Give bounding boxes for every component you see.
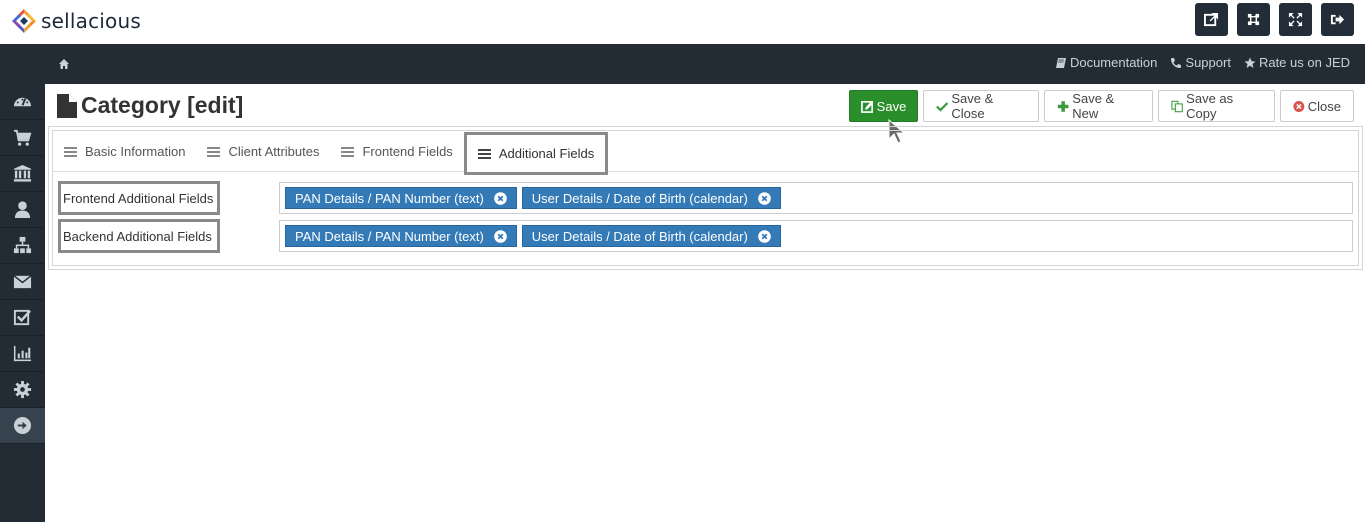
arrow-circle-right-icon <box>13 416 32 435</box>
file-icon <box>57 93 77 118</box>
save-label: Save <box>876 98 907 114</box>
tab-label: Basic Information <box>85 144 186 159</box>
tab-bar: Basic Information Client Attributes Fron… <box>53 131 1358 175</box>
bar-chart-icon <box>13 345 32 362</box>
chip-label: User Details / Date of Birth (calendar) <box>531 190 748 206</box>
joomla-icon <box>1247 13 1260 26</box>
logout-icon <box>1330 14 1345 25</box>
chip-label: PAN Details / PAN Number (text) <box>295 228 484 244</box>
save-as-copy-label: Save as Copy <box>1186 91 1234 121</box>
chip-label: PAN Details / PAN Number (text) <box>295 190 484 206</box>
remove-chip-icon[interactable] <box>493 191 507 205</box>
sidebar-item-settings[interactable] <box>0 372 45 408</box>
tab-additional-fields[interactable]: Additional Fields <box>463 132 609 175</box>
fullscreen-icon <box>1288 12 1303 27</box>
sellacious-logo-icon <box>12 9 36 33</box>
cart-icon <box>13 129 32 146</box>
documentation-label: Documentation <box>1069 55 1158 70</box>
support-label: Support <box>1185 55 1231 70</box>
fullscreen-button[interactable] <box>1279 3 1312 36</box>
save-button[interactable]: Save <box>849 90 918 122</box>
support-link[interactable]: Support <box>1170 55 1231 70</box>
rate-us-link[interactable]: Rate us on JED <box>1244 55 1350 70</box>
list-icon <box>477 148 491 159</box>
page-title-text: Category [edit] <box>81 92 244 118</box>
selected-chip: PAN Details / PAN Number (text) <box>285 187 517 209</box>
plus-icon <box>1057 100 1069 112</box>
external-link-button[interactable] <box>1195 3 1228 36</box>
sidebar-item-categories[interactable] <box>0 228 45 264</box>
chip-label: User Details / Date of Birth (calendar) <box>531 228 748 244</box>
sidebar-item-tasks[interactable] <box>0 300 45 336</box>
close-button[interactable]: Close <box>1280 90 1354 122</box>
tab-label: Client Attributes <box>228 144 320 159</box>
top-bar: sellacious <box>0 0 1365 44</box>
sidebar-item-reports[interactable] <box>0 336 45 372</box>
external-link-icon <box>1204 12 1219 27</box>
form-panel: Basic Information Client Attributes Fron… <box>48 126 1363 270</box>
save-new-button[interactable]: Save & New <box>1044 90 1153 122</box>
selected-chip: User Details / Date of Birth (calendar) <box>521 225 781 247</box>
documentation-link[interactable]: Documentation <box>1055 55 1157 70</box>
logout-button[interactable] <box>1321 3 1354 36</box>
home-icon[interactable] <box>58 58 70 70</box>
sidebar-item-messages[interactable] <box>0 264 45 300</box>
rate-us-label: Rate us on JED <box>1258 55 1350 70</box>
sidebar-item-users[interactable] <box>0 192 45 228</box>
gear-icon <box>13 380 32 399</box>
brand-logo[interactable]: sellacious <box>11 8 141 34</box>
tab-label: Frontend Fields <box>362 144 453 159</box>
nav-bar: Documentation Support Rate us on JED <box>0 44 1365 84</box>
save-new-label: Save & New <box>1072 91 1115 121</box>
sidebar-item-finance[interactable] <box>0 156 45 192</box>
star-icon <box>1244 57 1256 68</box>
remove-chip-icon[interactable] <box>758 191 771 205</box>
joomla-button[interactable] <box>1237 3 1270 36</box>
tab-label: Additional Fields <box>498 146 595 161</box>
bank-icon <box>13 164 32 182</box>
frontend-additional-fields-input[interactable]: PAN Details / PAN Number (text) User Det… <box>279 182 1353 214</box>
sitemap-icon <box>13 236 32 254</box>
list-icon <box>207 146 221 157</box>
copy-icon <box>1171 100 1183 112</box>
book-icon <box>1055 57 1066 68</box>
tab-client-attributes[interactable]: Client Attributes <box>196 131 330 172</box>
list-icon <box>64 146 77 157</box>
checkbox-icon <box>13 309 31 326</box>
list-icon <box>341 146 355 157</box>
save-as-copy-button[interactable]: Save as Copy <box>1158 90 1275 122</box>
page-title: Category [edit] <box>57 92 243 119</box>
dashboard-icon <box>13 97 32 107</box>
backend-additional-fields-row: Backend Additional Fields PAN Details / … <box>53 219 1358 253</box>
save-close-label: Save & Close <box>951 91 994 121</box>
check-icon <box>936 101 949 112</box>
sidebar-item-dashboard[interactable] <box>0 84 45 120</box>
toolbar: Save Save & Close Save & New Save as Cop… <box>849 90 1354 122</box>
brand-name: sellacious <box>41 9 141 33</box>
close-circle-icon <box>1293 100 1305 112</box>
backend-additional-fields-input[interactable]: PAN Details / PAN Number (text) User Det… <box>279 220 1353 252</box>
frontend-additional-fields-label: Frontend Additional Fields <box>58 181 220 215</box>
sidebar-item-orders[interactable] <box>0 120 45 156</box>
frontend-additional-fields-row: Frontend Additional Fields PAN Details /… <box>53 181 1358 215</box>
tab-frontend-fields[interactable]: Frontend Fields <box>330 131 463 172</box>
backend-additional-fields-label: Backend Additional Fields <box>58 219 220 253</box>
envelope-icon <box>13 275 32 289</box>
sidebar <box>0 84 45 522</box>
user-icon <box>14 201 31 219</box>
edit-icon <box>860 100 873 113</box>
phone-icon <box>1171 57 1182 68</box>
tab-basic-information[interactable]: Basic Information <box>53 131 196 172</box>
selected-chip: User Details / Date of Birth (calendar) <box>521 187 781 209</box>
remove-chip-icon[interactable] <box>758 229 771 243</box>
close-label: Close <box>1307 98 1341 114</box>
remove-chip-icon[interactable] <box>493 229 507 243</box>
sidebar-item-expand[interactable] <box>0 408 45 444</box>
save-close-button[interactable]: Save & Close <box>923 90 1039 122</box>
selected-chip: PAN Details / PAN Number (text) <box>285 225 517 247</box>
